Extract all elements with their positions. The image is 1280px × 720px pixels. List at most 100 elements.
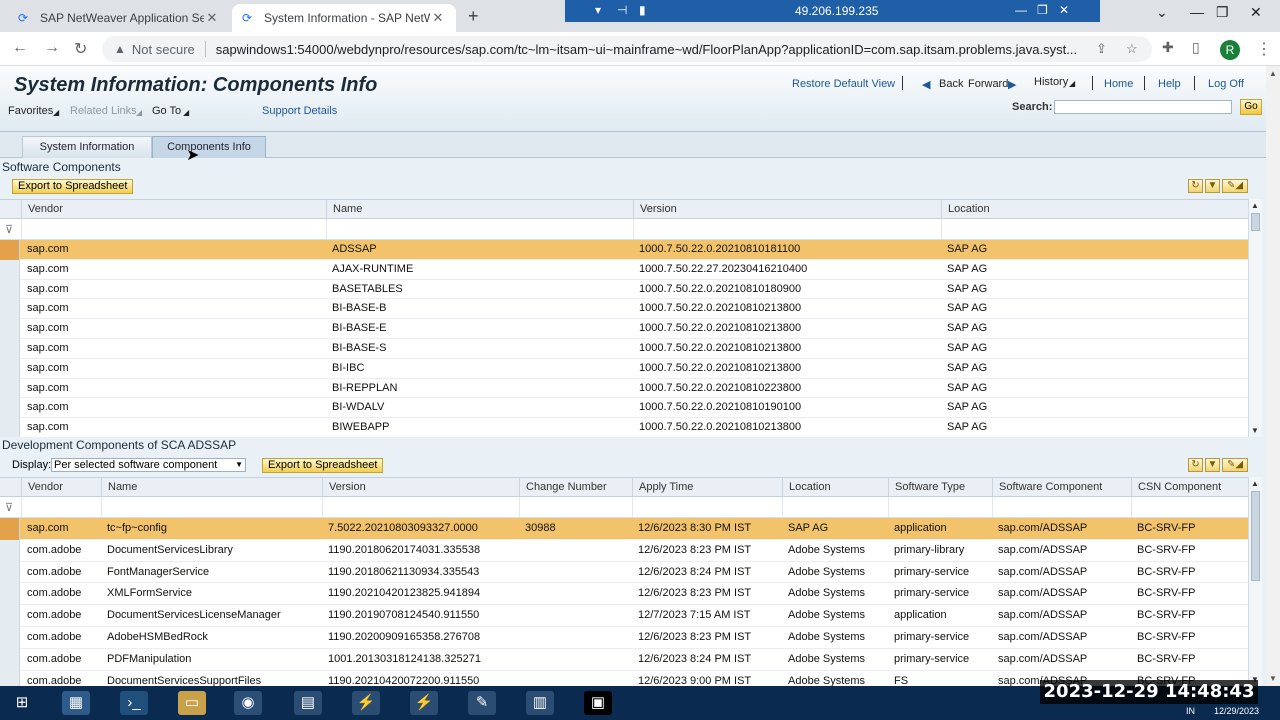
column-header-version[interactable]: Version	[322, 478, 519, 497]
history-menu[interactable]: History	[1034, 76, 1068, 88]
filter-csn-component-input[interactable]	[1131, 497, 1248, 517]
filter-software-component-input[interactable]	[992, 497, 1131, 517]
chevron-down-icon[interactable]: ▾	[595, 3, 601, 17]
back-arrow-icon[interactable]: ◀	[922, 78, 930, 91]
scroll-thumb[interactable]	[1251, 491, 1260, 581]
filter-version-input[interactable]	[633, 219, 941, 239]
column-header-csn-component[interactable]: CSN Component	[1131, 478, 1248, 497]
column-header-software-type[interactable]: Software Type	[888, 478, 992, 497]
filter-change-number-input[interactable]	[519, 497, 632, 517]
chrome-icon[interactable]: ◉	[234, 691, 262, 715]
settings-icon[interactable]: ✎◢	[1222, 179, 1248, 193]
row-selector[interactable]	[0, 627, 20, 649]
language-indicator[interactable]: IN	[1186, 706, 1195, 716]
taskbar-date[interactable]: 12/29/2023	[1214, 706, 1259, 716]
back-link[interactable]: Back	[939, 78, 963, 90]
filter-version-input[interactable]	[322, 497, 519, 517]
filter-software-type-input[interactable]	[888, 497, 992, 517]
reload-icon[interactable]: ↻	[74, 39, 87, 59]
scroll-down-icon[interactable]: ▼	[1251, 426, 1259, 435]
help-link[interactable]: Help	[1158, 78, 1181, 90]
row-selector[interactable]	[0, 583, 20, 606]
share-icon[interactable]: ⇪	[1096, 41, 1107, 57]
new-tab-icon[interactable]: +	[468, 6, 479, 27]
column-header-name[interactable]: Name	[101, 478, 322, 497]
table-row[interactable]: sap.com BI-WDALV 1000.7.50.22.0.2021081019…	[0, 398, 1248, 419]
column-header-apply-time[interactable]: Apply Time	[632, 478, 782, 497]
avatar[interactable]: R	[1220, 40, 1240, 60]
table-row[interactable]: sap.com BI-BASE-B 1000.7.50.22.0.202108102…	[0, 299, 1248, 320]
column-header-change-number[interactable]: Change Number	[519, 478, 632, 497]
go-to-menu[interactable]: Go To	[152, 105, 181, 117]
not-secure-label[interactable]: Not secure	[132, 42, 195, 57]
close-icon[interactable]: ✕	[1250, 4, 1262, 21]
row-selector[interactable]	[0, 418, 20, 437]
restore-icon[interactable]: ❐	[1216, 4, 1229, 21]
back-arrow-icon[interactable]: ←	[12, 39, 28, 57]
row-selector[interactable]	[0, 518, 20, 540]
row-selector[interactable]	[0, 358, 20, 379]
restore-icon[interactable]: ❐	[1037, 3, 1048, 17]
filter-location-input[interactable]	[941, 219, 1248, 239]
refresh-icon[interactable]: ↻	[1188, 458, 1203, 472]
filter-name-input[interactable]	[326, 219, 633, 239]
filter-icon[interactable]: ▼	[1205, 458, 1220, 472]
table-row[interactable]: sap.com BIWEBAPP 1000.7.50.22.0.2021081021…	[0, 418, 1248, 437]
go-button[interactable]: Go	[1240, 99, 1262, 115]
support-details-link[interactable]: Support Details	[262, 105, 337, 117]
table-row[interactable]: sap.com BI-BASE-E 1000.7.50.22.0.202108102…	[0, 319, 1248, 339]
network-tool-icon[interactable]: ⚡	[352, 691, 380, 715]
close-icon[interactable]: ✕	[204, 10, 220, 26]
column-header-name[interactable]: Name	[326, 200, 633, 219]
forward-arrow-icon[interactable]: ▶	[1008, 78, 1016, 91]
kebab-menu-icon[interactable]: ⋮	[1256, 39, 1272, 59]
export-spreadsheet-button[interactable]: Export to Spreadsheet	[12, 179, 134, 194]
select-all-header[interactable]	[0, 478, 21, 497]
url-text[interactable]: sapwindows1:54000/webdynpro/resources/sa…	[216, 42, 1086, 57]
table-row[interactable]: com.adobe FontManagerService 1190.20180621…	[0, 561, 1248, 584]
column-header-location[interactable]: Location	[782, 478, 888, 497]
log-off-link[interactable]: Log Off	[1208, 78, 1244, 90]
chevron-down-icon[interactable]: ◢	[53, 108, 59, 117]
scroll-up-icon[interactable]: ▲	[1251, 479, 1259, 488]
scroll-up-icon[interactable]: ▲	[1251, 201, 1259, 210]
windows-start-icon[interactable]: ⊞	[8, 691, 36, 715]
table-row[interactable]: sap.com ADSSAP 1000.7.50.22.0.202108101811…	[0, 240, 1248, 260]
scroll-down-icon[interactable]: ▼	[1269, 674, 1277, 683]
row-selector[interactable]	[0, 240, 20, 260]
address-bar[interactable]: ▲ Not secure sapwindows1:54000/webdynpro…	[102, 36, 1152, 62]
server-manager-icon[interactable]: ▦	[62, 691, 90, 715]
network-tool-icon[interactable]: ⚡	[410, 691, 438, 715]
export-spreadsheet-button[interactable]: Export to Spreadsheet	[262, 458, 384, 473]
extensions-icon[interactable]: ✚	[1162, 39, 1174, 56]
sidebar-icon[interactable]: ▯	[1192, 39, 1200, 56]
table-row[interactable]: sap.com BI-IBC 1000.7.50.22.0.202108102138…	[0, 358, 1248, 379]
browser-tab-netweaver[interactable]: ⟳ SAP NetWeaver Application Serv ✕	[8, 4, 230, 32]
column-header-vendor[interactable]: Vendor	[21, 200, 326, 219]
table-row[interactable]: com.adobe DocumentServicesLibrary 1190.201…	[0, 539, 1248, 562]
row-selector[interactable]	[0, 561, 20, 584]
filter-icon[interactable]: ⊽	[5, 223, 13, 236]
filter-location-input[interactable]	[782, 497, 888, 517]
table-row[interactable]: com.adobe AdobeHSMBedRock 1190.20200909165…	[0, 627, 1248, 649]
row-selector[interactable]	[0, 539, 20, 562]
related-links-menu[interactable]: Related Links	[70, 105, 137, 117]
tab-components-info[interactable]: Components Info	[152, 136, 266, 158]
browser-tab-system-information[interactable]: ⟳ System Information - SAP NetW ✕	[232, 4, 456, 32]
editor-icon[interactable]: ✎	[468, 691, 496, 715]
command-prompt-icon[interactable]: ▣	[584, 691, 612, 715]
row-selector[interactable]	[0, 279, 20, 300]
display-select[interactable]: Per selected software component ▼	[51, 458, 246, 472]
chevron-down-icon[interactable]: ⌄	[1156, 4, 1168, 21]
row-selector[interactable]	[0, 299, 20, 320]
table-row[interactable]: com.adobe XMLFormService 1190.202104201238…	[0, 583, 1248, 606]
forward-link[interactable]: Forward	[968, 78, 1008, 90]
minimize-icon[interactable]: —	[1190, 4, 1204, 20]
refresh-icon[interactable]: ↻	[1188, 179, 1203, 193]
row-selector[interactable]	[0, 378, 20, 399]
pin-icon[interactable]: ⊣	[617, 3, 627, 17]
settings-icon[interactable]: ✎◢	[1222, 458, 1248, 472]
search-input[interactable]	[1054, 100, 1232, 114]
table-row[interactable]: com.adobe PDFManipulation 1001.20130318124…	[0, 648, 1248, 671]
table-row[interactable]: sap.com BI-REPPLAN 1000.7.50.22.0.20210810…	[0, 378, 1248, 399]
